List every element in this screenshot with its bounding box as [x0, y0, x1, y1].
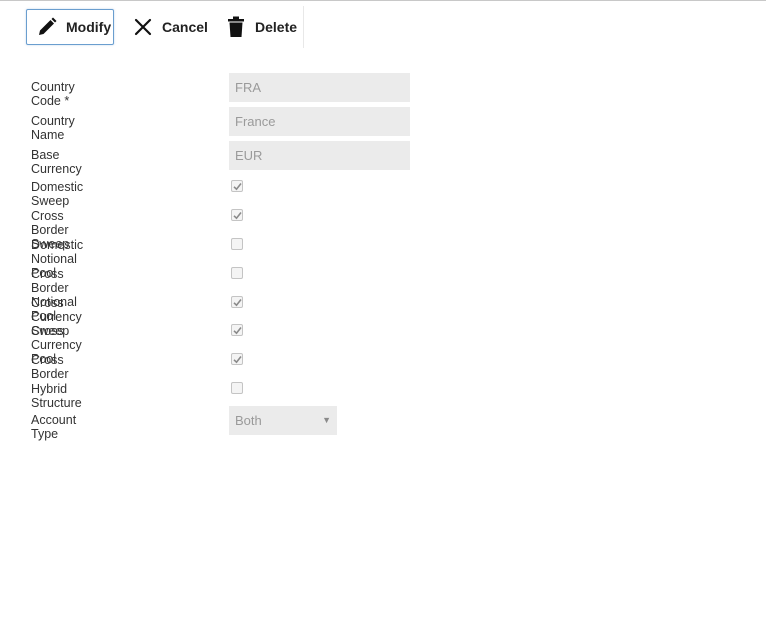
checkmark-icon	[232, 355, 242, 363]
cross-border-notional-pool-checkbox[interactable]	[231, 267, 243, 279]
checkmark-icon	[232, 326, 242, 334]
hybrid-structure-label: Hybrid Structure	[31, 382, 82, 410]
trash-icon	[225, 16, 247, 38]
account-type-label: Account Type	[31, 413, 77, 441]
dropdown-arrow-icon: ▼	[322, 415, 331, 425]
country-name-label: Country Name	[31, 114, 75, 142]
cancel-label: Cancel	[162, 19, 208, 35]
country-code-label: Country Code *	[31, 80, 75, 108]
cross-currency-pool-checkbox[interactable]	[231, 324, 243, 336]
delete-label: Delete	[255, 19, 298, 35]
checkmark-icon	[232, 182, 242, 190]
checkmark-icon	[232, 298, 242, 306]
country-name-field[interactable]: France	[229, 107, 410, 136]
domestic-sweep-checkbox[interactable]	[231, 180, 243, 192]
domestic-sweep-label: Domestic Sweep	[31, 180, 84, 208]
hybrid-structure-checkbox[interactable]	[231, 382, 243, 394]
modify-label: Modify	[66, 19, 112, 35]
close-icon	[132, 16, 154, 38]
pencil-icon	[36, 16, 58, 38]
checkmark-icon	[232, 211, 242, 219]
account-type-value: Both	[235, 413, 262, 428]
cancel-button[interactable]: Cancel	[128, 9, 214, 45]
account-type-select[interactable]: Both ▼	[229, 406, 337, 435]
base-currency-label: Base Currency	[31, 148, 82, 176]
modify-button[interactable]: Modify	[26, 9, 114, 45]
domestic-notional-pool-checkbox[interactable]	[231, 238, 243, 250]
cross-border-checkbox[interactable]	[231, 353, 243, 365]
cross-border-sweep-checkbox[interactable]	[231, 209, 243, 221]
top-divider	[0, 0, 766, 1]
base-currency-field[interactable]: EUR	[229, 141, 410, 170]
cross-currency-sweep-checkbox[interactable]	[231, 296, 243, 308]
country-code-field[interactable]: FRA	[229, 73, 410, 102]
cross-border-label: Cross Border	[31, 353, 69, 381]
action-toolbar: Modify Cancel Delete	[22, 6, 304, 48]
delete-button[interactable]: Delete	[221, 9, 301, 45]
